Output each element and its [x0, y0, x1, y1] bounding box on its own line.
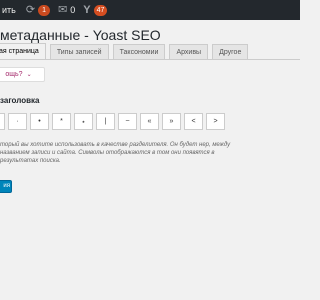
tab-homepage[interactable]: ая страница	[0, 43, 46, 60]
admin-bar-comments[interactable]: ✉ 0	[58, 0, 75, 20]
separator-option[interactable]: ⋆	[74, 113, 93, 130]
admin-bar-new-label: ить	[2, 5, 16, 15]
tab-taxonomies[interactable]: Таксономии	[112, 44, 166, 60]
separator-option[interactable]: «	[140, 113, 159, 130]
admin-bar-new[interactable]: ить	[2, 0, 16, 20]
chevron-down-icon: ⌄	[26, 72, 32, 78]
comments-count: 0	[70, 5, 76, 15]
page-title: метаданные - Yoast SEO	[0, 27, 161, 43]
admin-bar-yoast[interactable]: Y 47	[83, 0, 108, 20]
help-button[interactable]: ощь? ⌄	[0, 67, 45, 82]
separator-option[interactable]	[0, 113, 5, 130]
separator-option[interactable]: *	[52, 113, 71, 130]
separator-option[interactable]: •	[30, 113, 49, 130]
tab-other[interactable]: Другое	[212, 44, 249, 60]
separator-option[interactable]: ~	[118, 113, 137, 130]
admin-bar-updates[interactable]: ⟳ 1	[25, 0, 51, 20]
help-button-label: ощь?	[5, 71, 23, 78]
tab-post-types[interactable]: Типы записей	[49, 44, 109, 60]
admin-bar: ить ⟳ 1 ✉ 0 Y 47	[0, 0, 300, 20]
tab-archives[interactable]: Архивы	[169, 44, 209, 60]
separator-option[interactable]: <	[184, 113, 203, 130]
separator-option[interactable]: >	[206, 113, 225, 130]
section-title: заголовка	[0, 96, 40, 105]
settings-tabs: ая страница Типы записей Таксономии Архи…	[0, 43, 252, 60]
updates-icon: ⟳	[25, 3, 36, 16]
tabs-divider	[0, 59, 300, 60]
separator-description: торый вы хотите использовать в качестве …	[0, 142, 231, 164]
separator-option[interactable]: |	[96, 113, 115, 130]
save-button[interactable]: ия	[0, 180, 12, 193]
yoast-icon: Y	[83, 3, 91, 16]
updates-count-badge: 1	[38, 4, 51, 16]
separator-option[interactable]: »	[162, 113, 181, 130]
yoast-count-badge: 47	[93, 4, 108, 16]
separator-option[interactable]: ·	[8, 113, 27, 130]
comments-icon: ✉	[58, 3, 68, 16]
separator-options: · • * ⋆ | ~ « » < >	[0, 113, 228, 130]
